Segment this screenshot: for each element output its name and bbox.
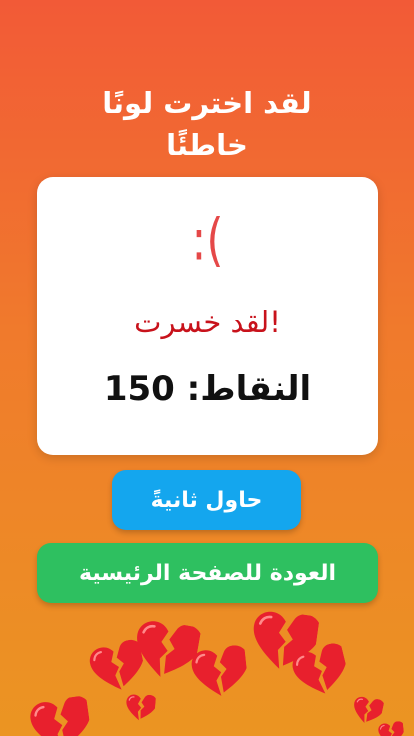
broken-heart-icon [377,721,405,736]
title-line-2: خاطئًا [166,128,248,162]
lost-message: لقد خسرت! [134,305,281,339]
broken-heart-icon [27,695,94,736]
title-line-1: لقد اخترت لونًا [102,86,312,120]
broken-heart-icon [188,644,249,702]
home-button[interactable]: العودة للصفحة الرئيسية [37,543,378,603]
sad-face-icon: :( [191,207,224,274]
broken-heart-icon [124,693,156,724]
retry-button[interactable]: حاول ثانيةً [112,470,301,530]
score-text: النقاط: 150 [103,369,312,409]
result-title: لقد اخترت لونًا خاطئًا [0,82,414,166]
result-card: :( لقد خسرت! النقاط: 150 [37,177,378,455]
